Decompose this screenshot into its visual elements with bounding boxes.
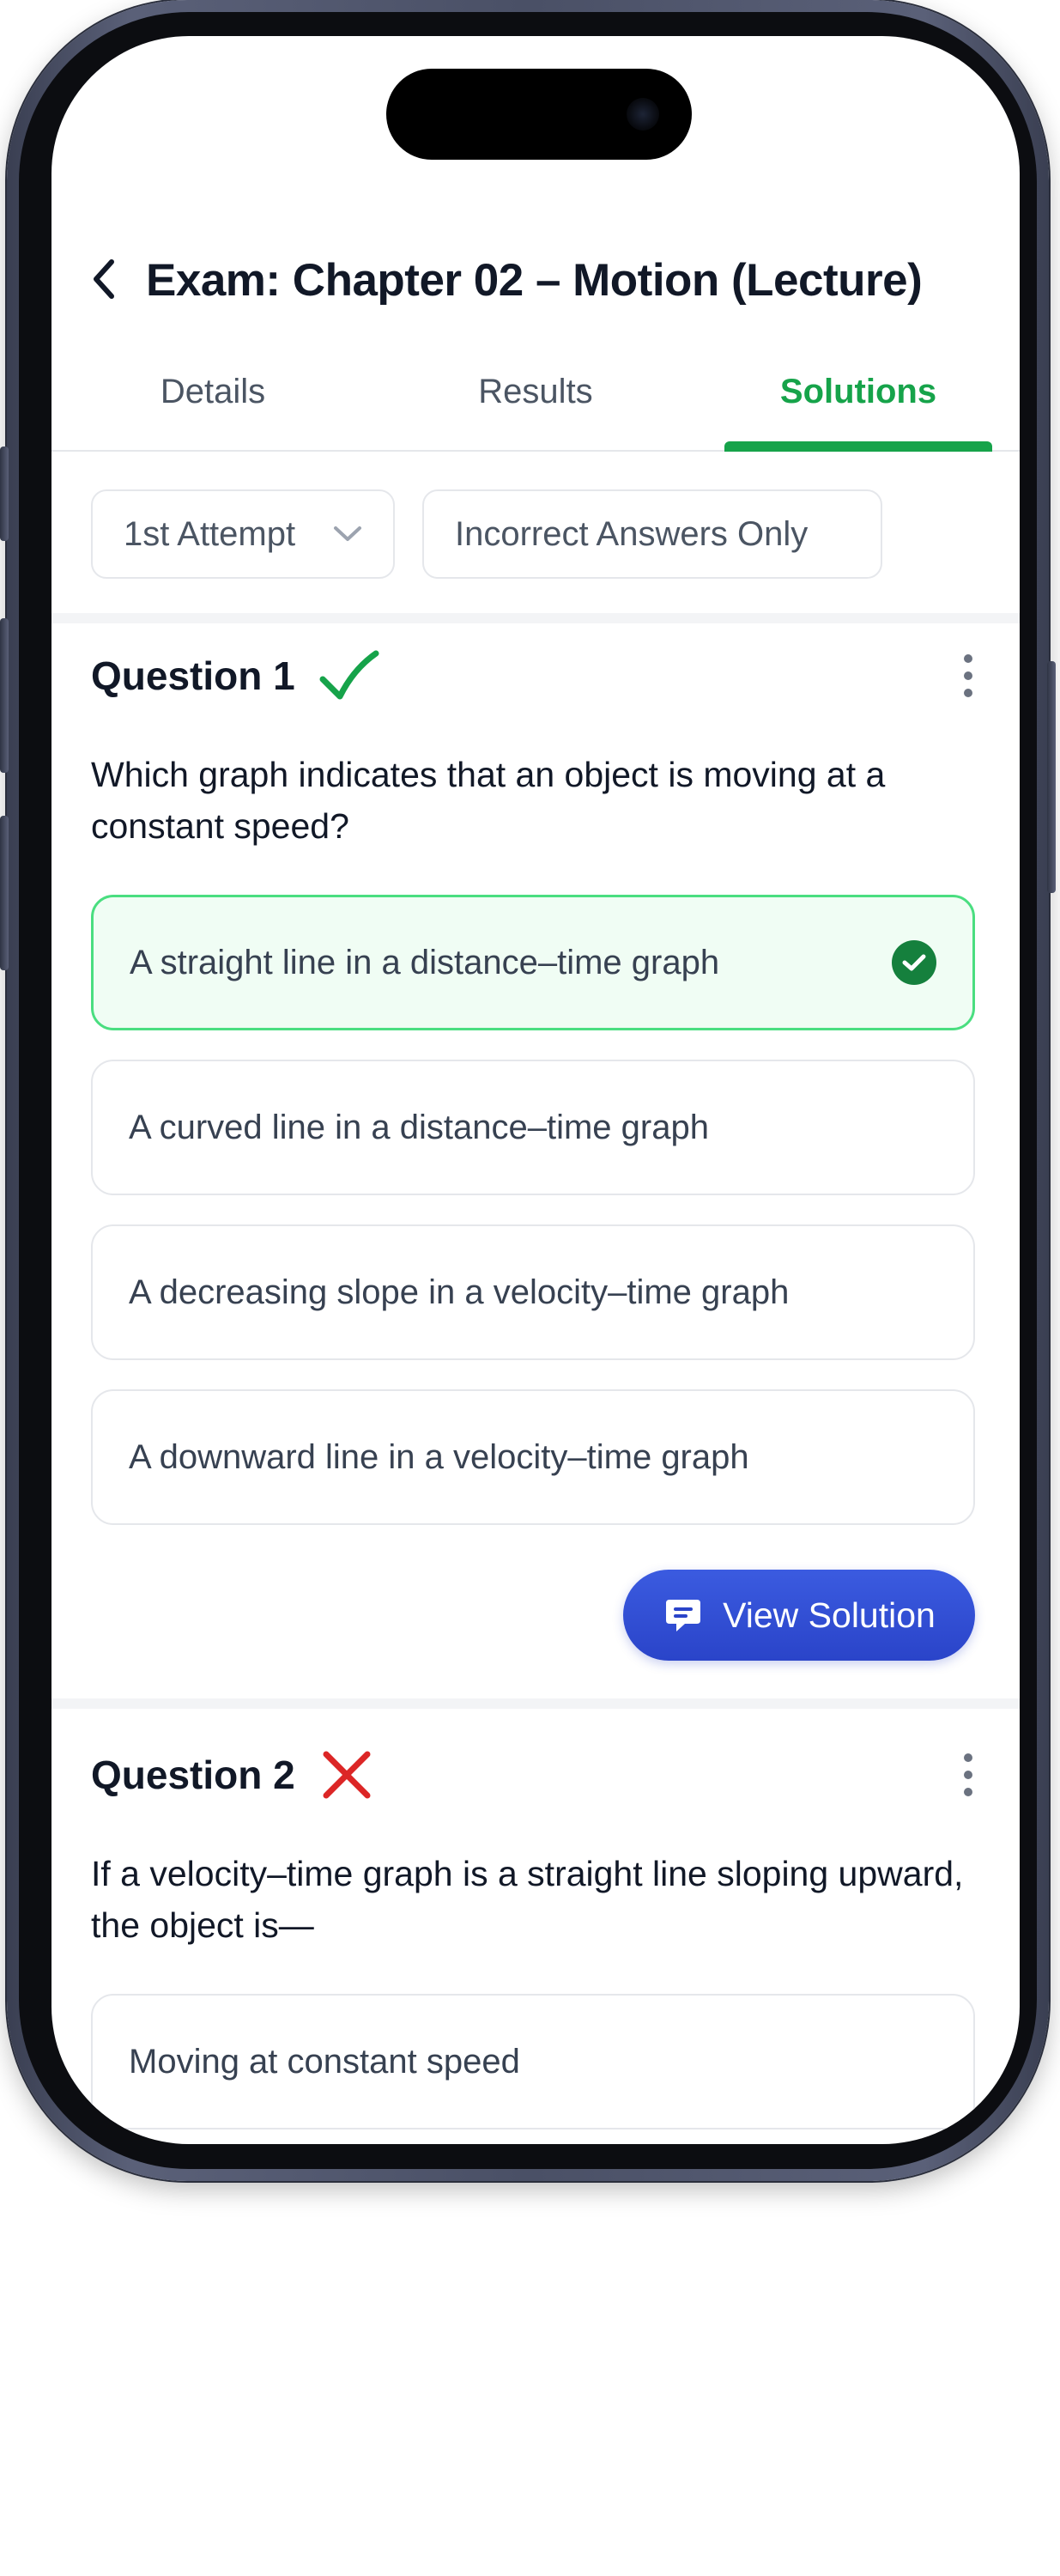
app-header: Exam: Chapter 02 – Motion (Lecture) <box>51 216 1020 354</box>
section-divider <box>51 1698 1020 1709</box>
action-button <box>0 447 9 541</box>
front-camera <box>627 98 659 131</box>
attempt-label: 1st Attempt <box>124 514 296 553</box>
back-button[interactable] <box>82 254 125 304</box>
kebab-dot <box>964 1771 972 1779</box>
kebab-dot <box>964 1788 972 1796</box>
kebab-dot <box>964 671 972 680</box>
checkmark-icon <box>319 650 379 700</box>
view-solution-label: View Solution <box>723 1595 936 1635</box>
dynamic-island <box>386 69 692 160</box>
incorrect-only-label: Incorrect Answers Only <box>455 514 809 553</box>
view-solution-button[interactable]: View Solution <box>623 1570 975 1661</box>
answer-option[interactable]: Moving at constant speed <box>91 1994 975 2129</box>
tab-bar: Details Results Solutions <box>51 354 1020 452</box>
question-status <box>319 1747 374 1802</box>
kebab-dot <box>964 689 972 697</box>
tab-details[interactable]: Details <box>51 354 374 450</box>
tab-label: Results <box>478 373 593 410</box>
answer-option[interactable]: A downward line in a velocity–time graph <box>91 1389 975 1525</box>
chat-bubble-icon <box>666 1600 701 1631</box>
option-label: Moving at constant speed <box>129 2042 520 2081</box>
option-label: A downward line in a velocity–time graph <box>129 1437 749 1476</box>
answer-option[interactable]: A straight line in a distance–time graph <box>91 895 975 1030</box>
option-label: A curved line in a distance–time graph <box>129 1108 709 1146</box>
question-title: Question 2 <box>91 1753 295 1797</box>
kebab-icon <box>964 1753 972 1762</box>
question-header: Question 1 <box>91 625 379 726</box>
chevron-left-icon <box>94 259 114 299</box>
app-screen: Exam: Chapter 02 – Motion (Lecture) Deta… <box>51 36 1020 2144</box>
tab-label: Solutions <box>779 373 937 410</box>
incorrect-only-filter[interactable]: Incorrect Answers Only <box>422 489 882 579</box>
cross-icon <box>323 1751 371 1799</box>
question-menu-button[interactable] <box>951 646 985 706</box>
checkmark-icon <box>902 954 926 971</box>
volume-down-button <box>0 816 9 970</box>
chevron-down-icon <box>334 526 361 541</box>
tab-results[interactable]: Results <box>374 354 697 450</box>
answer-option[interactable]: A decreasing slope in a velocity–time gr… <box>91 1224 975 1360</box>
page-title: Exam: Chapter 02 – Motion (Lecture) <box>146 255 923 306</box>
phone-frame: Exam: Chapter 02 – Motion (Lecture) Deta… <box>0 0 1056 2181</box>
question-text: Which graph indicates that an object is … <box>91 755 886 846</box>
kebab-icon <box>964 654 972 663</box>
question-title: Question 1 <box>91 653 295 698</box>
question-menu-button[interactable] <box>951 1745 985 1805</box>
option-label: A straight line in a distance–time graph <box>130 943 720 981</box>
active-tab-indicator <box>724 441 992 452</box>
filter-bar: 1st Attempt Incorrect Answers Only <box>91 489 882 579</box>
question-status <box>319 650 379 702</box>
question-text: If a velocity–time graph is a straight l… <box>91 1854 964 1945</box>
answer-option[interactable]: A curved line in a distance–time graph <box>91 1060 975 1195</box>
question-header: Question 2 <box>91 1724 374 1826</box>
option-label: A decreasing slope in a velocity–time gr… <box>129 1273 790 1311</box>
tab-solutions[interactable]: Solutions <box>697 354 1020 452</box>
volume-up-button <box>0 618 9 773</box>
power-button <box>1047 661 1056 893</box>
correct-check-icon <box>892 940 936 985</box>
attempt-dropdown[interactable]: 1st Attempt <box>91 489 395 579</box>
section-divider <box>51 613 1020 623</box>
tab-label: Details <box>160 373 266 410</box>
